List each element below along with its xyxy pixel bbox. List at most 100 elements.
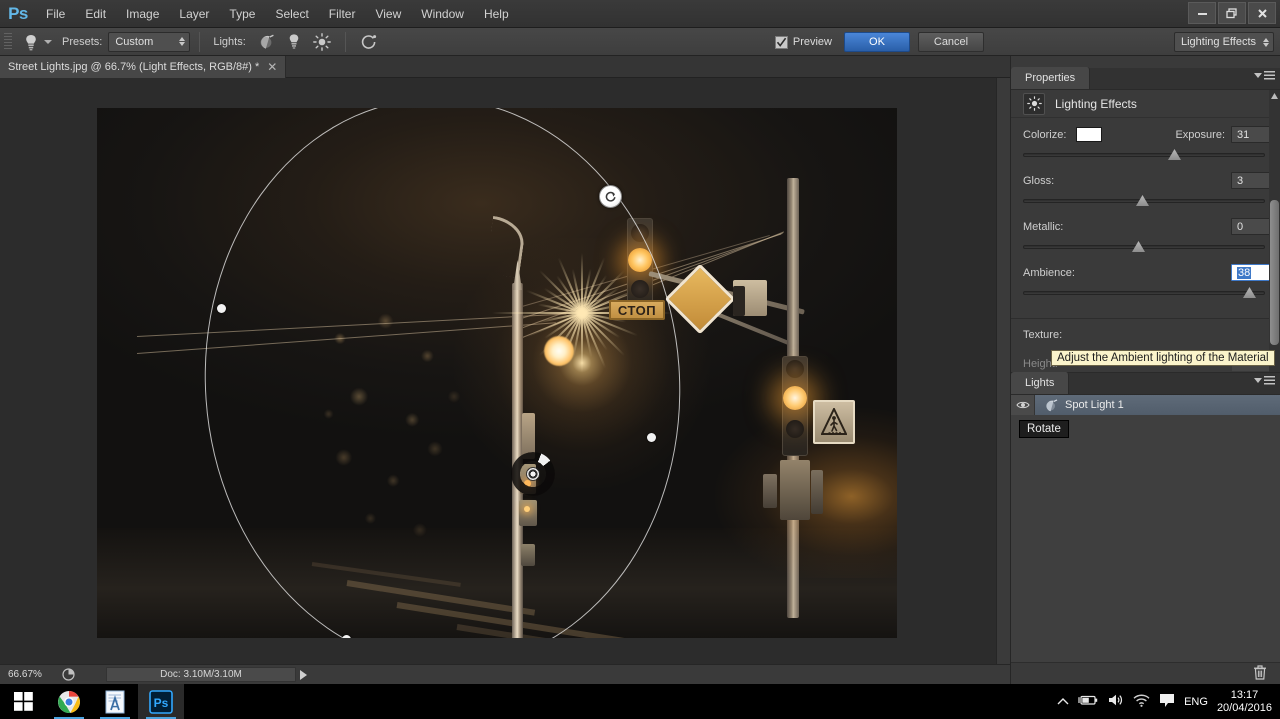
ellipse-handle-bottom[interactable]	[342, 635, 351, 638]
gloss-value-field[interactable]: 3	[1231, 172, 1271, 189]
properties-panel-body: Lighting Effects Colorize: Exposure: 31	[1011, 90, 1280, 405]
lighting-effects-header: Lighting Effects	[1011, 90, 1280, 118]
presets-value: Custom	[115, 36, 174, 48]
cancel-button[interactable]: Cancel	[918, 32, 984, 52]
canvas-area[interactable]: СТОП	[0, 78, 1010, 664]
menu-window[interactable]: Window	[411, 0, 474, 28]
lights-panel-empty-area[interactable]	[1011, 415, 1280, 662]
metallic-value-field[interactable]: 0	[1231, 218, 1271, 235]
gloss-row: Gloss: 3	[1023, 172, 1271, 189]
photoshop-logo-icon: Ps	[0, 0, 36, 28]
status-preview-icon[interactable]	[58, 668, 78, 681]
metallic-slider[interactable]	[1023, 240, 1271, 254]
light-name: Spot Light 1	[1065, 399, 1124, 411]
menu-filter[interactable]: Filter	[319, 0, 366, 28]
colorize-color-swatch[interactable]	[1076, 127, 1102, 142]
action-center-icon[interactable]	[1159, 693, 1175, 711]
volume-icon[interactable]	[1107, 693, 1124, 710]
start-button[interactable]	[0, 684, 46, 719]
image-canvas[interactable]: СТОП	[97, 108, 897, 638]
menu-layer[interactable]: Layer	[169, 0, 219, 28]
zoom-level-field[interactable]: 66.67%	[6, 668, 58, 682]
ambience-value-field[interactable]: 38	[1231, 264, 1271, 281]
panel-menu-chevron-down-icon	[1254, 73, 1262, 78]
workspace-dropdown[interactable]: Lighting Effects	[1174, 32, 1274, 52]
spot-light-icon	[1035, 399, 1065, 412]
clock[interactable]: 13:17 20/04/2016	[1217, 689, 1272, 715]
chrome-taskbar-icon[interactable]	[46, 684, 92, 719]
minimize-button[interactable]	[1188, 2, 1216, 24]
light-center-handle[interactable]	[526, 467, 540, 481]
menu-edit[interactable]: Edit	[75, 0, 116, 28]
menu-type[interactable]: Type	[219, 0, 265, 28]
panel-menu-hamburger-icon	[1264, 71, 1275, 80]
properties-tab-row: Properties	[1011, 68, 1280, 90]
options-bar: Presets: Custom Lights:	[0, 28, 1280, 56]
presets-dropdown[interactable]: Custom	[108, 32, 190, 52]
status-expand-icon[interactable]	[300, 670, 307, 680]
spot-light-tool-icon[interactable]	[18, 31, 44, 53]
gloss-slider[interactable]	[1023, 194, 1271, 208]
wordpad-taskbar-icon[interactable]	[92, 684, 138, 719]
properties-panel-menu-button[interactable]	[1254, 71, 1275, 80]
system-tray: ENG 13:17 20/04/2016	[1057, 684, 1280, 719]
options-bar-grip[interactable]	[4, 33, 12, 51]
properties-scroll-thumb[interactable]	[1270, 200, 1279, 345]
document-tab-close-icon[interactable]: ✕	[267, 61, 277, 73]
spot-light-icon[interactable]	[252, 31, 280, 53]
clock-time: 13:17	[1217, 689, 1272, 702]
reset-lights-icon[interactable]	[355, 31, 383, 53]
point-light-icon[interactable]	[280, 31, 308, 53]
battery-icon[interactable]	[1078, 694, 1098, 709]
traffic-light-lamp-off	[631, 224, 649, 242]
menu-help[interactable]: Help	[474, 0, 519, 28]
trash-icon[interactable]	[1253, 665, 1267, 683]
menu-file[interactable]: File	[36, 0, 75, 28]
document-tab[interactable]: Street Lights.jpg @ 66.7% (Light Effects…	[0, 56, 286, 78]
ellipse-handle-left[interactable]	[217, 304, 226, 313]
properties-scrollbar[interactable]	[1269, 90, 1280, 380]
menu-view[interactable]: View	[365, 0, 411, 28]
ellipse-handle-right[interactable]	[647, 433, 656, 442]
menu-select[interactable]: Select	[265, 0, 318, 28]
canvas-vertical-scrollbar[interactable]	[996, 78, 1010, 664]
preview-checkbox[interactable]	[775, 36, 788, 49]
photoshop-taskbar-icon[interactable]: Ps	[138, 684, 184, 719]
clock-date: 20/04/2016	[1217, 702, 1272, 715]
white-sign-notch	[733, 286, 745, 316]
preview-checkbox-group[interactable]: Preview	[775, 36, 832, 49]
options-divider-2	[345, 32, 346, 52]
ambience-slider-track	[1023, 291, 1265, 295]
pedestrian-crossing-sign	[813, 400, 855, 444]
document-tab-title: Street Lights.jpg @ 66.7% (Light Effects…	[8, 61, 259, 73]
gloss-label: Gloss:	[1023, 175, 1054, 187]
tab-properties[interactable]: Properties	[1011, 67, 1090, 89]
metallic-slider-track	[1023, 245, 1265, 249]
ambience-slider[interactable]	[1023, 286, 1271, 300]
tray-chevron-up-icon[interactable]	[1057, 695, 1069, 709]
options-bar-right: Preview OK Cancel Lighting Effects	[775, 28, 1280, 56]
tool-preset-chevron-down-icon[interactable]	[44, 40, 52, 44]
language-indicator[interactable]: ENG	[1184, 696, 1208, 708]
rotate-cursor-icon	[599, 185, 622, 208]
panel-menu-chevron-down-icon	[1254, 378, 1262, 383]
tab-lights[interactable]: Lights	[1011, 372, 1069, 394]
wifi-icon[interactable]	[1133, 694, 1150, 710]
panel-menu-hamburger-icon	[1264, 376, 1275, 385]
ok-button[interactable]: OK	[844, 32, 910, 52]
lights-label: Lights:	[213, 36, 245, 48]
close-button[interactable]	[1248, 2, 1276, 24]
traffic-light-lamp-off	[786, 420, 804, 438]
right-panel-dock: Properties	[1010, 56, 1280, 684]
exposure-slider[interactable]	[1023, 148, 1271, 162]
exposure-value-field[interactable]: 31	[1231, 126, 1271, 143]
lighting-effects-icon	[1023, 93, 1045, 115]
lights-panel-menu-button[interactable]	[1254, 376, 1275, 385]
lights-panel: Lights	[1011, 372, 1280, 684]
infinite-light-icon[interactable]	[308, 31, 336, 53]
menu-image[interactable]: Image	[116, 0, 169, 28]
scroll-up-arrow-icon[interactable]	[1270, 90, 1279, 101]
restore-button[interactable]	[1218, 2, 1246, 24]
list-item[interactable]: Spot Light 1	[1011, 395, 1280, 415]
light-visibility-eye-icon[interactable]	[1011, 395, 1035, 415]
